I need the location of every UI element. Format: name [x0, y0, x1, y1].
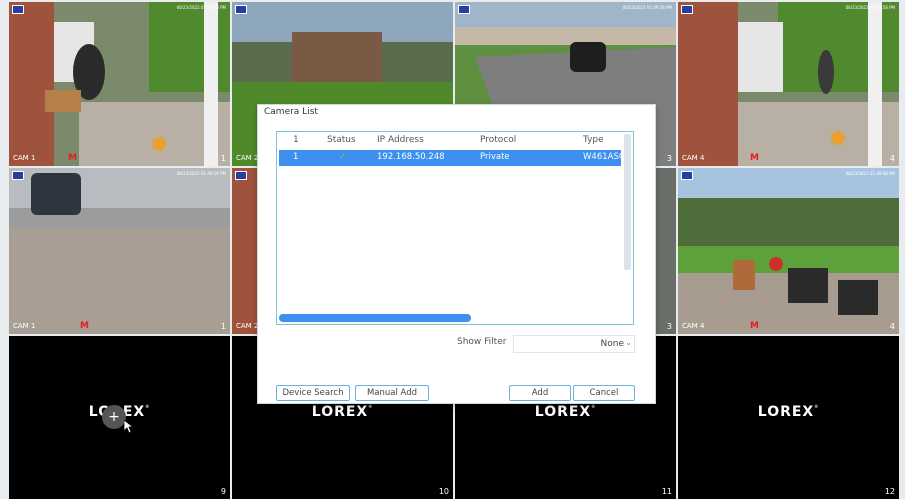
camera-icon — [681, 171, 693, 180]
channel-number: 12 — [884, 487, 895, 496]
camera-feed-patio — [678, 168, 899, 334]
record-indicator: M — [750, 153, 759, 163]
manual-add-button[interactable]: Manual Add — [355, 385, 429, 401]
timestamp: 06/23/2022 01:49:58 PM — [845, 5, 895, 10]
row-number: 1 — [293, 152, 299, 162]
horizontal-scrollbar-thumb[interactable] — [279, 314, 471, 322]
camera-feed-driveway-car — [9, 168, 230, 334]
filter-value: None — [600, 339, 624, 349]
camera-list-dialog: Camera List 1 Status IP Address Protocol… — [257, 104, 656, 404]
camera-label: CAM 1 — [13, 322, 36, 330]
camera-tile-8[interactable]: 06/23/2022 01:49:58 PM CAM 4 M 4 — [678, 168, 899, 334]
camera-icon — [458, 5, 470, 14]
channel-number: 9 — [220, 487, 226, 496]
camera-tile-1[interactable]: 06/23/2022 01:49:58 PM CAM 1 M 1 — [9, 2, 230, 166]
status-check-icon: ✓ — [339, 152, 347, 162]
chevron-down-icon: ⌄ — [625, 338, 632, 347]
row-ip: 192.168.50.248 — [377, 152, 445, 162]
column-header-ip[interactable]: IP Address — [377, 135, 424, 145]
camera-label: CAM 2 — [236, 154, 259, 162]
camera-tile-4[interactable]: 06/23/2022 01:49:58 PM CAM 4 M 4 — [678, 2, 899, 166]
cancel-button[interactable]: Cancel — [573, 385, 635, 401]
record-indicator: M — [750, 321, 759, 331]
show-filter-label: Show Filter — [457, 337, 507, 347]
record-indicator: M — [68, 153, 77, 163]
camera-label: CAM 4 — [682, 322, 705, 330]
channel-number: 4 — [889, 154, 895, 163]
add-camera-button[interactable]: + — [102, 405, 126, 429]
device-search-button[interactable]: Device Search — [276, 385, 350, 401]
timestamp: 06/23/2022 01:49:58 PM — [845, 171, 895, 176]
camera-feed-porch — [9, 2, 230, 166]
channel-number: 1 — [220, 154, 226, 163]
camera-label: CAM 4 — [682, 154, 705, 162]
camera-list-table[interactable]: 1 Status IP Address Protocol Type 1 ✓ 19… — [276, 131, 634, 325]
lorex-logo: LOREX® — [534, 404, 597, 420]
camera-icon — [235, 171, 247, 180]
timestamp: 06/23/2022 01:49:58 PM — [176, 171, 226, 176]
show-filter-select[interactable]: None ⌄ — [513, 335, 635, 353]
lorex-logo: LOREX® — [757, 404, 820, 420]
mouse-pointer-icon — [124, 420, 134, 434]
channel-number: 1 — [220, 322, 226, 331]
record-indicator: M — [80, 321, 89, 331]
row-type: W461ASC — [583, 152, 625, 162]
channel-number: 4 — [889, 322, 895, 331]
timestamp: 06/23/2022 01:49:58 PM — [176, 5, 226, 10]
camera-feed-front-door — [678, 2, 899, 166]
column-header-type[interactable]: Type — [583, 135, 604, 145]
table-row[interactable]: 1 ✓ 192.168.50.248 Private W461ASC — [279, 150, 625, 166]
dialog-title: Camera List — [264, 107, 318, 117]
camera-icon — [12, 171, 24, 180]
vertical-scrollbar[interactable] — [624, 134, 631, 270]
empty-channel-12[interactable]: LOREX® 12 — [678, 336, 899, 499]
channel-number: 10 — [438, 487, 449, 496]
row-protocol: Private — [480, 152, 510, 162]
channel-number: 3 — [666, 322, 672, 331]
channel-number: 11 — [661, 487, 672, 496]
camera-icon — [681, 5, 693, 14]
camera-tile-5[interactable]: 06/23/2022 01:49:58 PM CAM 1 M 1 — [9, 168, 230, 334]
camera-label: CAM 1 — [13, 154, 36, 162]
timestamp: 06/23/2022 01:49:58 PM — [622, 5, 672, 10]
lorex-logo: LOREX® — [311, 404, 374, 420]
camera-icon — [12, 5, 24, 14]
add-button[interactable]: Add — [509, 385, 571, 401]
channel-number: 3 — [666, 154, 672, 163]
table-header: 1 Status IP Address Protocol Type — [277, 132, 621, 149]
column-header-status[interactable]: Status — [327, 135, 356, 145]
column-header-protocol[interactable]: Protocol — [480, 135, 516, 145]
camera-label: CAM 2 — [236, 322, 259, 330]
camera-icon — [235, 5, 247, 14]
column-header-number[interactable]: 1 — [293, 135, 299, 145]
horizontal-scrollbar-track[interactable] — [279, 314, 631, 322]
